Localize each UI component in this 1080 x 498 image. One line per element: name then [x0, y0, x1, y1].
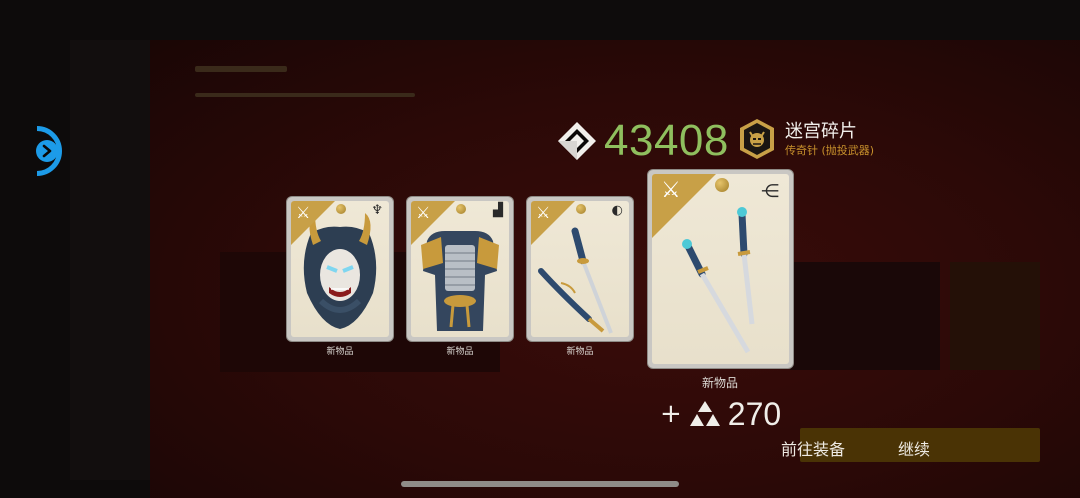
background-item-slot [790, 262, 940, 370]
background-heading [195, 66, 287, 72]
bonus-plus: + [660, 399, 682, 429]
dragonfly-icon: ⚔ [296, 203, 311, 222]
coin-icon [336, 204, 346, 214]
background-sidebar-strip [70, 40, 150, 480]
oni-mask-badge-icon [740, 119, 774, 159]
helmet-type-icon: ♆ [371, 203, 383, 218]
background-text [195, 93, 415, 97]
continue-button[interactable]: 继续 [898, 440, 930, 460]
triforce-shard-icon [689, 401, 720, 426]
card-label: 新物品 [326, 347, 354, 357]
dragonfly-icon: ⚔ [536, 203, 551, 222]
coin-icon [456, 204, 466, 214]
throwing-weapon-type-icon: ⋲ [761, 181, 779, 202]
reward-title: 迷宫碎片 [785, 121, 857, 142]
card-label: 新物品 [701, 376, 738, 390]
card-label: 新物品 [446, 347, 474, 357]
dragonfly-icon: ⚔ [661, 178, 681, 203]
arrow-right-icon [42, 144, 52, 158]
bonus-reward: + 270 [660, 397, 781, 431]
background-top-bar [0, 0, 1080, 40]
go-to-equip-button[interactable]: 前往装备 [781, 440, 845, 460]
item-card-helmet[interactable]: ⚔ ♆ [287, 197, 393, 341]
labyrinth-gem-icon [558, 122, 596, 160]
card-label: 新物品 [566, 347, 594, 357]
bonus-amount: 270 [727, 396, 782, 432]
currency-amount: 43408 [604, 116, 729, 165]
home-indicator[interactable] [401, 481, 679, 487]
sword-type-icon: ◐ [611, 203, 623, 218]
back-button[interactable] [36, 140, 58, 162]
armor-type-icon: ▟ [493, 203, 503, 218]
background-item-slot [950, 262, 1040, 370]
currency-display: 43408 [556, 117, 729, 165]
dragonfly-icon: ⚔ [416, 203, 431, 222]
item-card-armor[interactable]: ⚔ ▟ [407, 197, 513, 341]
reward-subtitle: 传奇针 (抛投武器) [785, 144, 875, 157]
coin-icon [576, 204, 586, 214]
item-card-throwing-needles[interactable]: ⚔ ⋲ [648, 170, 793, 368]
item-card-katana[interactable]: ⚔ ◐ [527, 197, 633, 341]
coin-icon [715, 178, 729, 192]
